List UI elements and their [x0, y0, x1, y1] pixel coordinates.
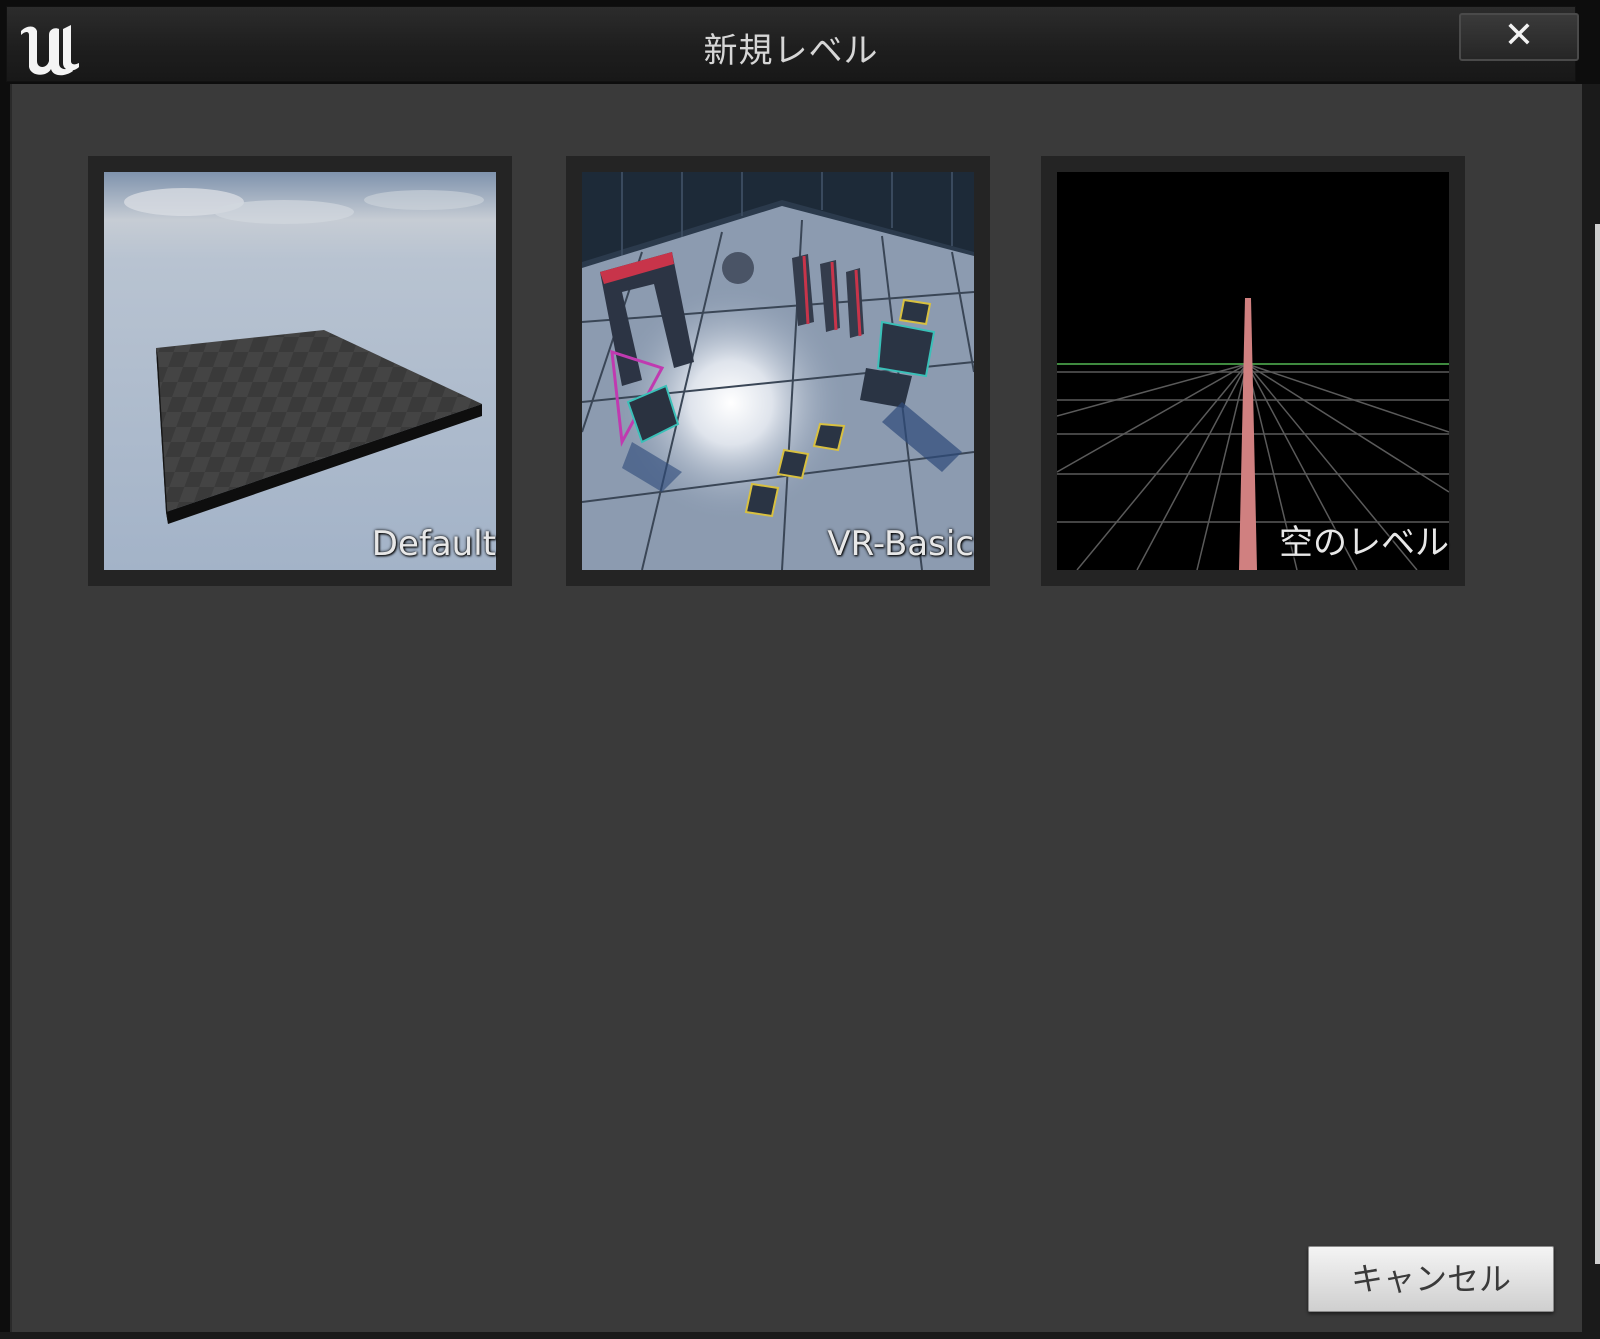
window-edge — [1582, 84, 1600, 1339]
close-button[interactable]: ✕ — [1459, 13, 1579, 61]
template-label: 空のレベル — [1279, 523, 1449, 563]
template-vr-basic[interactable]: VR-Basic — [566, 156, 990, 586]
template-empty-level[interactable]: 空のレベル — [1041, 156, 1465, 586]
new-level-dialog: 新規レベル ✕ Default VR-Basic 空のレベル キャンセル — [0, 0, 1600, 1339]
vr-basic-level-preview — [582, 172, 974, 570]
template-default[interactable]: Default — [88, 156, 512, 586]
template-thumbnail — [104, 172, 496, 570]
cancel-button[interactable]: キャンセル — [1308, 1246, 1554, 1312]
template-thumbnail — [1057, 172, 1449, 570]
default-level-preview — [104, 172, 496, 570]
template-thumbnail — [582, 172, 974, 570]
window-edge — [0, 1332, 1600, 1339]
empty-level-preview — [1057, 172, 1449, 570]
template-label: VR-Basic — [827, 524, 974, 564]
dialog-title: 新規レベル — [703, 31, 879, 71]
template-label: Default — [371, 524, 496, 564]
title-bar[interactable]: 新規レベル ✕ — [6, 6, 1579, 82]
